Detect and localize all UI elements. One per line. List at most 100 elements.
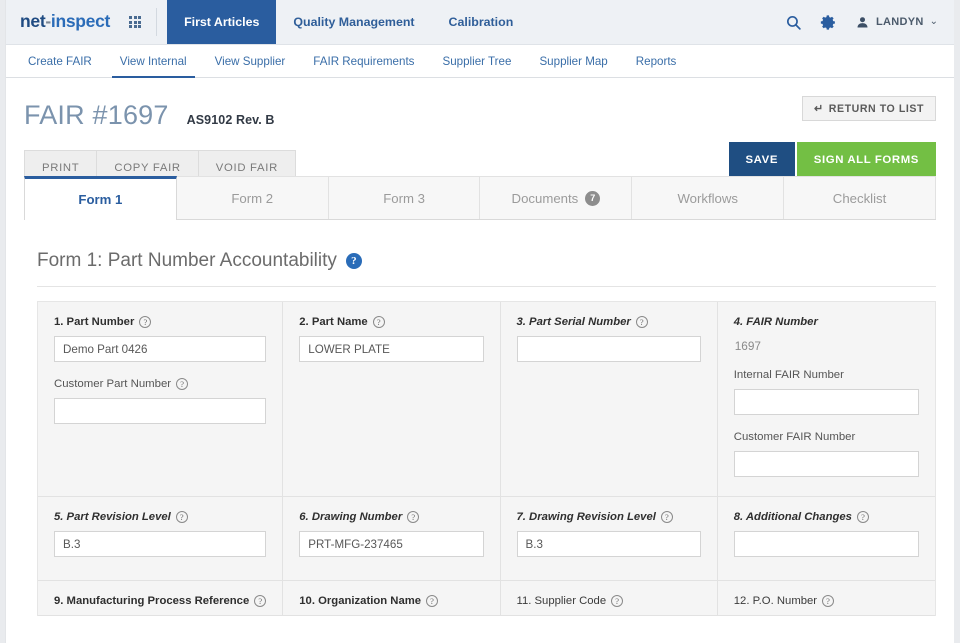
field-drawing-number: 6. Drawing Number ? — [283, 497, 500, 581]
customer-fair-number-input[interactable] — [734, 451, 919, 477]
subnav-item-reports[interactable]: Reports — [622, 45, 691, 77]
label-text: Customer Part Number — [54, 378, 171, 390]
field-label: 11. Supplier Code ? — [517, 595, 701, 607]
nav-tab-first-articles[interactable]: First Articles — [167, 0, 276, 44]
standard-label: AS9102 Rev. B — [187, 113, 275, 127]
field-label: 7. Drawing Revision Level ? — [517, 511, 701, 523]
field-part-serial-number: 3. Part Serial Number ? — [501, 302, 718, 497]
nav-tab-quality-management[interactable]: Quality Management — [276, 0, 431, 44]
primary-nav-tabs: First Articles Quality Management Calibr… — [167, 0, 530, 44]
field-supplier-code: 11. Supplier Code ? — [501, 581, 718, 616]
save-button[interactable]: SAVE — [729, 142, 795, 178]
question-mark-icon[interactable]: ? — [426, 595, 438, 607]
label-text: 9. Manufacturing Process Reference — [54, 595, 249, 607]
additional-changes-input[interactable] — [734, 531, 919, 557]
section-divider — [37, 286, 936, 287]
sign-all-forms-button[interactable]: SIGN ALL FORMS — [797, 142, 936, 178]
field-fair-number: 4. FAIR Number 1697 Internal FAIR Number… — [718, 302, 935, 497]
subnav-item-create-fair[interactable]: Create FAIR — [14, 45, 106, 77]
subnav-label: Supplier Map — [539, 55, 607, 68]
subnav-label: Create FAIR — [28, 55, 92, 68]
question-mark-icon[interactable]: ? — [254, 595, 266, 607]
part-name-input[interactable] — [299, 336, 483, 362]
field-grid: 1. Part Number ? Customer Part Number ? … — [37, 301, 936, 616]
question-mark-icon[interactable]: ? — [176, 511, 188, 523]
nav-divider — [156, 8, 157, 36]
tab-label: Checklist — [833, 191, 887, 206]
user-menu[interactable]: LANDYN ⌄ — [855, 15, 938, 30]
top-navigation-bar: net-inspect First Articles Quality Manag… — [6, 0, 954, 45]
question-mark-icon[interactable]: ? — [661, 511, 673, 523]
question-mark-icon[interactable]: ? — [611, 595, 623, 607]
field-label: 4. FAIR Number — [734, 316, 919, 328]
label-text: Internal FAIR Number — [734, 369, 844, 381]
question-mark-icon[interactable]: ? — [822, 595, 834, 607]
question-mark-icon[interactable]: ? — [373, 316, 385, 328]
documents-count-badge: 7 — [585, 191, 600, 206]
chevron-down-icon: ⌄ — [930, 17, 938, 27]
part-serial-number-input[interactable] — [517, 336, 701, 362]
page-gutter — [954, 0, 960, 643]
tab-checklist[interactable]: Checklist — [784, 176, 936, 219]
field-label: 5. Part Revision Level ? — [54, 511, 266, 523]
question-mark-icon[interactable]: ? — [407, 511, 419, 523]
field-label: 3. Part Serial Number ? — [517, 316, 701, 328]
tab-label: Form 2 — [231, 191, 273, 206]
subnav-item-view-supplier[interactable]: View Supplier — [201, 45, 300, 77]
internal-fair-number-input[interactable] — [734, 389, 919, 415]
field-additional-changes: 8. Additional Changes ? — [718, 497, 935, 581]
tab-documents[interactable]: Documents 7 — [480, 176, 632, 219]
section-title: Form 1: Part Number Accountability ? — [24, 250, 936, 272]
nav-tab-label: First Articles — [184, 15, 259, 29]
customer-part-number-input[interactable] — [54, 398, 266, 424]
tab-form-3[interactable]: Form 3 — [329, 176, 481, 219]
nav-tab-label: Quality Management — [293, 15, 414, 29]
question-mark-icon[interactable]: ? — [636, 316, 648, 328]
tab-label: Documents — [512, 191, 579, 206]
grid-apps-icon[interactable] — [122, 0, 148, 44]
gear-icon[interactable] — [820, 14, 837, 31]
field-part-name: 2. Part Name ? — [283, 302, 500, 497]
subnav-item-supplier-map[interactable]: Supplier Map — [525, 45, 621, 77]
return-to-list-button[interactable]: ↵ RETURN TO LIST — [802, 96, 936, 121]
subnav-label: Supplier Tree — [442, 55, 511, 68]
brand-logo[interactable]: net-inspect — [6, 0, 118, 44]
field-po-number: 12. P.O. Number ? — [718, 581, 935, 616]
subnav-item-fair-requirements[interactable]: FAIR Requirements — [299, 45, 428, 77]
search-icon[interactable] — [785, 14, 802, 31]
field-label: 10. Organization Name ? — [299, 595, 483, 607]
top-nav-actions: LANDYN ⌄ — [785, 0, 954, 44]
label-text: 7. Drawing Revision Level — [517, 511, 656, 523]
field-label: 12. P.O. Number ? — [734, 595, 919, 607]
tab-form-1[interactable]: Form 1 — [24, 176, 177, 220]
tab-label: Form 1 — [78, 192, 122, 207]
field-label-internal-fair-number: Internal FAIR Number — [734, 369, 919, 381]
part-number-input[interactable] — [54, 336, 266, 362]
field-label: 2. Part Name ? — [299, 316, 483, 328]
label-text: 12. P.O. Number — [734, 595, 817, 607]
drawing-number-input[interactable] — [299, 531, 483, 557]
label-text: 4. FAIR Number — [734, 316, 818, 328]
label-text: 8. Additional Changes — [734, 511, 852, 523]
brand-inspect: inspect — [51, 11, 110, 31]
tab-workflows[interactable]: Workflows — [632, 176, 784, 219]
label-text: 5. Part Revision Level — [54, 511, 171, 523]
field-label: 9. Manufacturing Process Reference ? — [54, 595, 266, 607]
field-label-customer-part-number: Customer Part Number ? — [54, 378, 266, 390]
tab-form-2[interactable]: Form 2 — [177, 176, 329, 219]
app-window: net-inspect First Articles Quality Manag… — [6, 0, 954, 643]
label-text: 10. Organization Name — [299, 595, 421, 607]
page-title: FAIR #1697 — [24, 100, 169, 131]
question-mark-icon[interactable]: ? — [139, 316, 151, 328]
nav-tab-calibration[interactable]: Calibration — [432, 0, 531, 44]
drawing-revision-level-input[interactable] — [517, 531, 701, 557]
subnav-label: View Internal — [120, 55, 187, 68]
subnav-item-view-internal[interactable]: View Internal — [106, 45, 201, 77]
help-icon[interactable]: ? — [346, 253, 362, 269]
part-revision-level-input[interactable] — [54, 531, 266, 557]
question-mark-icon[interactable]: ? — [857, 511, 869, 523]
field-part-number: 1. Part Number ? Customer Part Number ? — [38, 302, 283, 497]
question-mark-icon[interactable]: ? — [176, 378, 188, 390]
subnav-item-supplier-tree[interactable]: Supplier Tree — [428, 45, 525, 77]
subnav-label: Reports — [636, 55, 677, 68]
